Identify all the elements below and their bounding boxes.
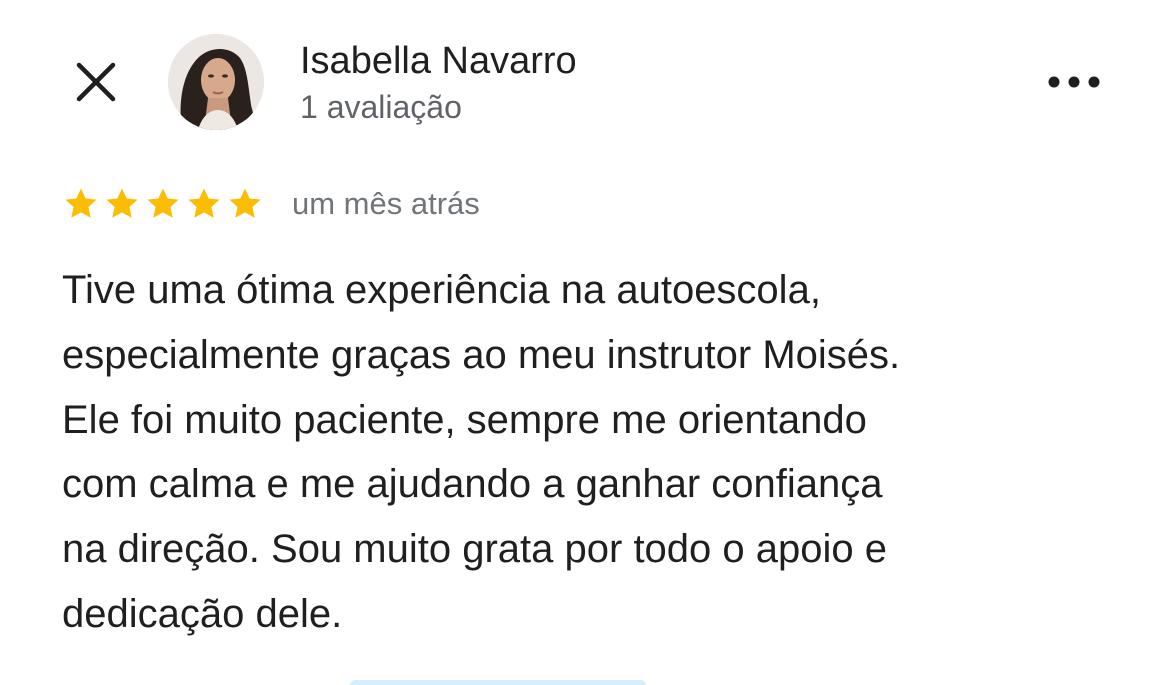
review-text: Tive uma ótima experiência na autoescola… xyxy=(62,268,901,636)
more-options-button[interactable] xyxy=(1036,56,1112,108)
star-icon xyxy=(147,188,179,218)
review-date: um mês atrás xyxy=(292,186,480,221)
bottom-button-edge[interactable] xyxy=(350,680,646,685)
close-button[interactable] xyxy=(66,52,126,112)
reviewer-review-count: 1 avaliação xyxy=(300,89,462,125)
close-icon xyxy=(76,62,116,102)
reviewer-avatar[interactable] xyxy=(168,34,264,130)
star-icon xyxy=(188,188,220,218)
review-detail-screen: Isabella Navarro 1 avaliação um mês atrá… xyxy=(0,0,1170,685)
reviewer-name[interactable]: Isabella Navarro xyxy=(300,38,577,84)
star-rating xyxy=(62,185,264,223)
star-icon xyxy=(106,188,138,218)
avatar-image xyxy=(168,34,264,130)
more-horizontal-icon xyxy=(1048,76,1100,88)
star-icon xyxy=(229,188,261,218)
rating-row: um mês atrás xyxy=(62,182,480,226)
star-icon xyxy=(65,188,97,218)
